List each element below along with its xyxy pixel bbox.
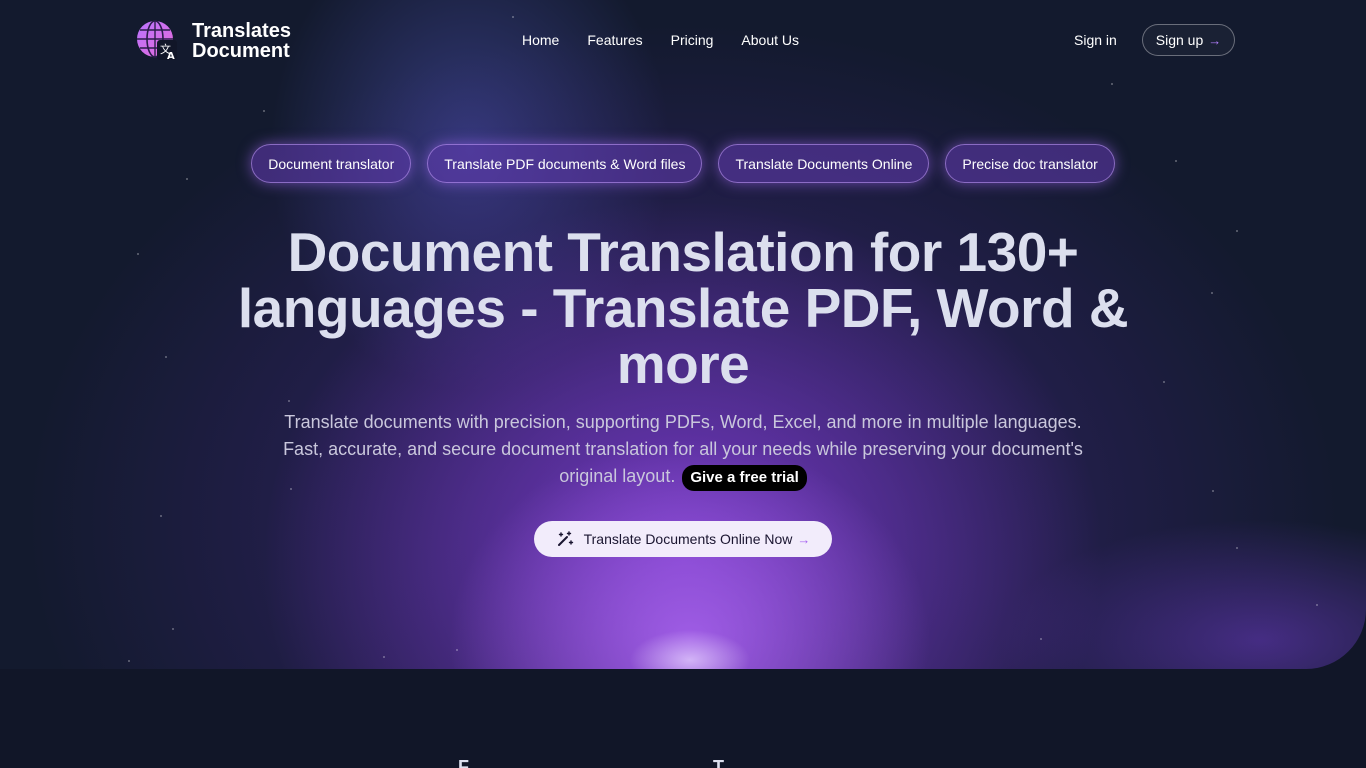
- brand-logo[interactable]: 文 A Translates Document: [136, 20, 291, 62]
- main-nav: Home Features Pricing About Us: [508, 32, 813, 48]
- nav-pricing[interactable]: Pricing: [657, 32, 728, 48]
- nav-features[interactable]: Features: [573, 32, 656, 48]
- svg-text:A: A: [167, 51, 175, 62]
- next-section-heading-fragment: F: [458, 757, 469, 768]
- keyword-chips: Document translator Translate PDF docume…: [0, 144, 1366, 183]
- star: [383, 656, 385, 658]
- star: [128, 660, 130, 662]
- sign-up-button[interactable]: Sign up →: [1142, 24, 1235, 56]
- magic-wand-icon: [556, 530, 574, 548]
- brand-line-2: Document: [192, 40, 290, 62]
- brand-name: Translates Document: [192, 21, 291, 61]
- next-section-heading-fragment: T: [713, 757, 724, 768]
- globe-translate-icon: 文 A: [136, 20, 178, 62]
- star: [1211, 292, 1213, 294]
- translate-now-button[interactable]: Translate Documents Online Now →: [534, 521, 832, 557]
- brand-line-1: Translates: [192, 20, 291, 42]
- star: [172, 628, 174, 630]
- nav-about-us[interactable]: About Us: [727, 32, 813, 48]
- free-trial-badge[interactable]: Give a free trial: [682, 465, 807, 491]
- star: [165, 356, 167, 358]
- arrow-right-icon: →: [1208, 32, 1222, 48]
- star: [160, 515, 162, 517]
- chip-translate-documents-online[interactable]: Translate Documents Online: [718, 144, 930, 183]
- star: [1040, 638, 1042, 640]
- chip-translate-pdf-word[interactable]: Translate PDF documents & Word files: [427, 144, 703, 183]
- star: [456, 649, 458, 651]
- star: [1236, 230, 1238, 232]
- nav-home[interactable]: Home: [508, 32, 573, 48]
- chip-precise-doc-translator[interactable]: Precise doc translator: [945, 144, 1115, 183]
- star: [1316, 604, 1318, 606]
- star: [288, 400, 290, 402]
- star: [1212, 490, 1214, 492]
- star: [1111, 83, 1113, 85]
- star: [137, 253, 139, 255]
- chip-document-translator[interactable]: Document translator: [251, 144, 412, 183]
- star: [263, 110, 265, 112]
- star: [1236, 547, 1238, 549]
- arrow-right-icon: →: [797, 531, 811, 547]
- navbar: 文 A Translates Document Home Features Pr…: [0, 0, 1366, 82]
- page-title: Document Translation for 130+ languages …: [237, 221, 1129, 395]
- sign-up-label: Sign up: [1155, 32, 1204, 48]
- hero-subtitle: Translate documents with precision, supp…: [283, 409, 1083, 491]
- translate-now-label: Translate Documents Online Now: [583, 531, 793, 547]
- sign-in-link[interactable]: Sign in: [1074, 32, 1117, 48]
